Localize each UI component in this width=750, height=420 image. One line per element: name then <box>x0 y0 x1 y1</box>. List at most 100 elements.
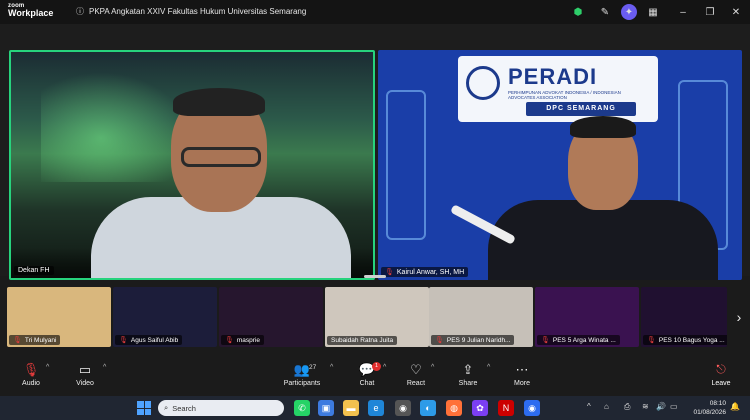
banner-title: PERADI <box>508 64 598 89</box>
brand-bottom: Workplace <box>8 8 54 18</box>
participant-thumb[interactable]: 🎙 PES 5 Arga Winata ... <box>535 287 639 347</box>
audio-label: Audio <box>22 380 40 387</box>
leave-label: Leave <box>711 380 731 387</box>
mic-muted-icon: 🎙 <box>435 337 444 344</box>
edge-icon[interactable]: e <box>368 400 384 416</box>
participant-nameplate: 🎙 PES 10 Bagus Yoga ... <box>643 335 727 345</box>
windows-taskbar: ⌕ Search ✆ ▣ ▬ e ◉ ◐ ◍ ✿ N ◉ ^ ⌂ ⎙ ≋ 🔊 ▭… <box>0 396 750 420</box>
restore-icon[interactable]: ❐ <box>703 5 717 19</box>
participant-thumb[interactable]: 🎙 Agus Saiful Abib <box>113 287 217 347</box>
participant-thumb[interactable]: 🎙 masprie <box>219 287 323 347</box>
participant-name: Dekan FH <box>18 267 50 274</box>
share-screen-icon: ⇪ <box>462 362 474 377</box>
mic-muted-icon: 🎙 <box>225 337 234 344</box>
participant-thumb[interactable]: Subaidah Ratna Juita <box>325 287 429 347</box>
camera-icon[interactable]: ◉ <box>395 400 411 416</box>
share-button[interactable]: ⇪ Share <box>443 362 493 387</box>
more-button[interactable]: ⋯ More <box>497 362 547 387</box>
participant-nameplate: Subaidah Ratna Juita <box>327 336 398 345</box>
whatsapp-icon[interactable]: ✆ <box>294 400 310 416</box>
chevron-right-icon[interactable]: › <box>732 307 746 327</box>
participant-nameplate: Dekan FH <box>14 266 54 275</box>
task-view-icon[interactable]: ▣ <box>318 400 334 416</box>
chat-label: Chat <box>359 380 375 387</box>
zoom-logo: zoom Workplace <box>8 3 53 18</box>
info-icon[interactable]: ⓘ <box>76 6 84 17</box>
app-icon[interactable]: ◐ <box>420 400 436 416</box>
network-icon[interactable]: ⌂ <box>604 402 609 411</box>
zoom-taskbar-icon[interactable]: ◉ <box>524 400 540 416</box>
speaker-stage: Dekan FH PERADI PERHIMPUNAN ADVOKAT INDO… <box>0 24 750 280</box>
meeting-toolbar: 🎙 Audio ^ ▭ Video ^ 👥 27 Participants ^ … <box>0 358 750 396</box>
peradi-logo-icon <box>466 66 500 100</box>
chevron-up-icon[interactable]: ^ <box>103 364 106 371</box>
wifi-icon[interactable]: ≋ <box>642 402 649 411</box>
more-label: More <box>514 380 530 387</box>
leave-button[interactable]: ⎋ Leave <box>696 362 746 387</box>
zoom-window: zoom Workplace ⓘ PKPA Angkatan XXIV Faku… <box>0 0 750 420</box>
participant-name: PES 10 Bagus Yoga ... <box>658 336 725 344</box>
chevron-up-icon[interactable]: ^ <box>330 364 333 371</box>
mic-muted-icon: 🎙 <box>541 337 550 344</box>
participant-filmstrip: 🎙 Tri Mulyani 🎙 Agus Saiful Abib 🎙 masprie … <box>0 287 750 347</box>
title-bar: zoom Workplace ⓘ PKPA Angkatan XXIV Faku… <box>0 0 750 24</box>
copilot-icon[interactable]: ✿ <box>472 400 488 416</box>
ai-companion-icon[interactable]: ✦ <box>621 4 637 20</box>
participants-icon: 👥 <box>293 362 311 377</box>
resize-handle[interactable] <box>364 275 386 278</box>
chevron-up-icon[interactable]: ^ <box>487 364 490 371</box>
presenter-body <box>488 200 718 280</box>
netflix-icon[interactable]: N <box>498 400 514 416</box>
participants-button[interactable]: 👥 27 Participants <box>277 362 327 387</box>
shield-icon[interactable]: ⬢ <box>571 5 585 19</box>
grid-view-icon[interactable]: ▦ <box>646 5 660 19</box>
more-icon: ⋯ <box>515 362 529 377</box>
chevron-up-icon[interactable]: ^ <box>383 364 386 371</box>
participant-nameplate: 🎙 masprie <box>221 335 265 345</box>
video-tile-presenter[interactable]: PERADI PERHIMPUNAN ADVOKAT INDONESIA / I… <box>378 50 742 280</box>
chevron-up-icon[interactable]: ^ <box>587 402 591 411</box>
system-clock[interactable]: 08:10 01/08/2026 <box>684 399 726 417</box>
participant-name: PES 9 Julian Naridh... <box>446 336 511 344</box>
video-label: Video <box>76 380 94 387</box>
printer-icon[interactable]: ⎙ <box>624 402 630 412</box>
windows-start-icon[interactable] <box>137 401 151 415</box>
peradi-banner: PERADI PERHIMPUNAN ADVOKAT INDONESIA / I… <box>458 56 658 122</box>
participant-name: Subaidah Ratna Juita <box>331 337 394 344</box>
share-label: Share <box>458 380 478 387</box>
meeting-title: PKPA Angkatan XXIV Fakultas Hukum Univer… <box>89 7 307 16</box>
participant-thumb[interactable]: 🎙 PES 9 Julian Naridh... <box>429 287 533 347</box>
notification-icon[interactable]: 🔔 <box>730 402 740 411</box>
taskbar-search[interactable]: ⌕ Search <box>158 400 284 416</box>
chevron-up-icon[interactable]: ^ <box>431 364 434 371</box>
battery-icon[interactable]: ▭ <box>670 402 678 411</box>
chevron-up-icon[interactable]: ^ <box>46 364 49 371</box>
circuit-pattern <box>386 90 426 240</box>
participant-thumb[interactable]: 🎙 Tri Mulyani <box>7 287 111 347</box>
window-title: ⓘ PKPA Angkatan XXIV Fakultas Hukum Univ… <box>76 6 306 17</box>
banner-subtitle: PERHIMPUNAN ADVOKAT INDONESIA / INDONESI… <box>508 90 621 100</box>
participant-nameplate: 🎙 PES 9 Julian Naridh... <box>431 335 515 345</box>
minimize-icon[interactable]: – <box>676 5 690 19</box>
video-tile-active-speaker[interactable]: Dekan FH <box>9 50 375 280</box>
pen-icon[interactable]: ✎ <box>598 5 612 19</box>
clock-time: 08:10 <box>709 400 726 407</box>
mic-muted-icon: 🎙 <box>119 337 128 344</box>
participant-nameplate: 🎙 Tri Mulyani <box>9 335 61 345</box>
volume-icon[interactable]: 🔊 <box>656 402 666 411</box>
banner-dpc: DPC SEMARANG <box>526 102 636 116</box>
participant-name: masprie <box>236 336 261 344</box>
mic-muted-icon: 🎙 <box>385 269 394 276</box>
react-label: React <box>406 380 426 387</box>
close-icon[interactable]: ✕ <box>729 5 743 19</box>
participant-thumb[interactable]: 🎙 PES 10 Bagus Yoga ... <box>641 287 727 347</box>
speaker-glasses <box>181 147 261 167</box>
participant-nameplate: 🎙 Agus Saiful Abib <box>115 335 183 345</box>
participant-name: Tri Mulyani <box>24 336 57 344</box>
file-explorer-icon[interactable]: ▬ <box>343 400 359 416</box>
search-placeholder: Search <box>172 403 196 413</box>
firefox-icon[interactable]: ◍ <box>446 400 462 416</box>
participants-label: Participants <box>283 380 321 387</box>
participant-nameplate: 🎙 Kairul Anwar, SH, MH <box>381 267 469 277</box>
participant-nameplate: 🎙 PES 5 Arga Winata ... <box>537 335 620 345</box>
